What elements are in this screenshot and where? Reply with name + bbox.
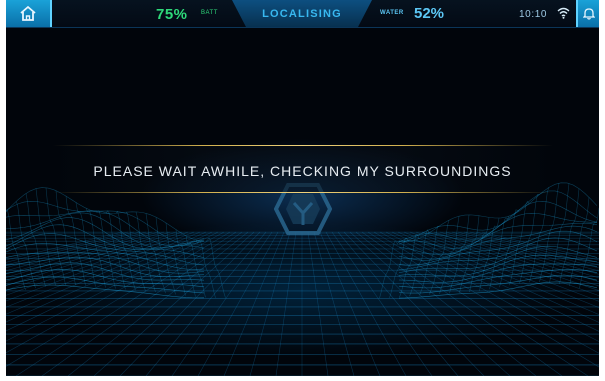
bell-icon (583, 8, 595, 20)
home-button[interactable] (6, 0, 52, 27)
battery-value: 75% (156, 6, 188, 23)
water-label: WATER (380, 10, 404, 16)
water-value: 52% (414, 5, 445, 22)
status-message: PLEASE WAIT AWHILE, CHECKING MY SURROUND… (93, 163, 512, 179)
gold-line-top (53, 145, 553, 146)
notifications-button[interactable] (576, 0, 599, 27)
home-icon (20, 5, 36, 21)
clock: 10:10 (519, 9, 548, 20)
battery-label: BATT (201, 10, 218, 16)
localising-tab: LOCALISING (232, 0, 372, 27)
robot-screen: PLEASE WAIT AWHILE, CHECKING MY SURROUND… (6, 0, 599, 376)
status-label: LOCALISING (262, 8, 342, 20)
top-status-bar: 75% BATT LOCALISING WATER 52% 10:10 (6, 0, 599, 28)
wifi-icon (557, 7, 570, 19)
gold-line-bottom (53, 192, 553, 193)
